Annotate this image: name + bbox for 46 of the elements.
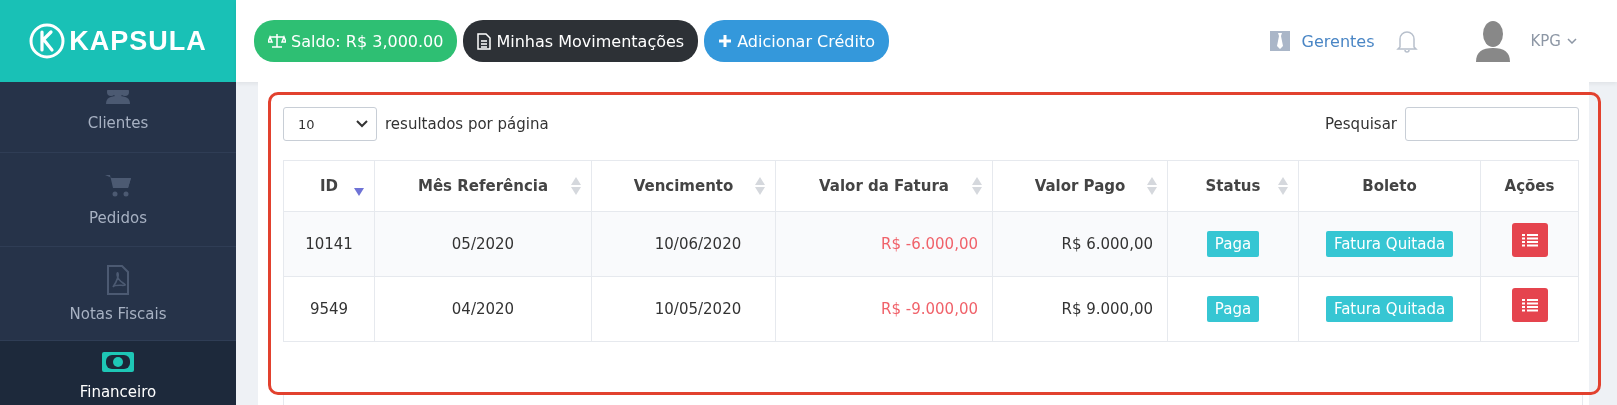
pdf-file-icon (106, 264, 130, 295)
boleto-badge: Fatura Quitada (1325, 231, 1454, 257)
logo-icon (29, 23, 66, 59)
table-cell: R$ -9.000,00 (775, 276, 993, 342)
column-header[interactable]: Valor Pago (992, 160, 1168, 212)
statement-button[interactable]: Minhas Movimentações (463, 20, 699, 62)
table-cell: 10141 (283, 211, 375, 277)
sidebar-item[interactable]: Financeiro (0, 341, 236, 405)
boleto-badge: Fatura Quitada (1325, 296, 1454, 322)
status-badge: Paga (1206, 231, 1260, 257)
search-label: Pesquisar (1325, 115, 1397, 133)
chevron-down-icon[interactable] (1567, 38, 1577, 44)
column-header[interactable]: Mês Referência (374, 160, 592, 212)
actions-button[interactable] (1511, 223, 1548, 257)
banknote-icon (101, 351, 135, 373)
logo-text: KAPSULA (69, 25, 207, 57)
actions-button[interactable] (1511, 288, 1548, 322)
list-icon (1521, 298, 1538, 312)
table-cell: 04/2020 (374, 276, 592, 342)
column-header[interactable]: Vencimento (591, 160, 776, 212)
table-cell: 10/05/2020 (591, 276, 776, 342)
table-cell: R$ 9.000,00 (992, 276, 1168, 342)
column-header[interactable]: Status (1167, 160, 1299, 212)
page-size-select[interactable]: 10 (283, 107, 377, 141)
tie-icon (1269, 31, 1290, 51)
search-field[interactable] (1405, 107, 1579, 141)
status-badge: Paga (1206, 296, 1260, 322)
plus-icon (718, 34, 733, 48)
column-header[interactable]: ID (283, 160, 375, 212)
managers-link[interactable]: Gerentes (1301, 31, 1375, 51)
column-header[interactable]: Boleto (1298, 160, 1481, 212)
page-size-label: resultados por página (385, 115, 549, 133)
cart-icon (104, 172, 132, 199)
table-cell: 9549 (283, 276, 375, 342)
column-header[interactable]: Valor da Fatura (775, 160, 993, 212)
table-cell: 10/06/2020 (591, 211, 776, 277)
list-icon (1521, 233, 1538, 247)
scale-icon (268, 33, 286, 49)
table-cell: R$ -6.000,00 (775, 211, 993, 277)
document-icon (477, 32, 492, 50)
avatar-icon[interactable] (1476, 20, 1511, 62)
table-cell: R$ 6.000,00 (992, 211, 1168, 277)
bell-icon[interactable] (1396, 29, 1419, 53)
chevron-down-icon (356, 120, 368, 128)
column-header[interactable]: Ações (1480, 160, 1579, 212)
table-cell: 05/2020 (374, 211, 592, 277)
